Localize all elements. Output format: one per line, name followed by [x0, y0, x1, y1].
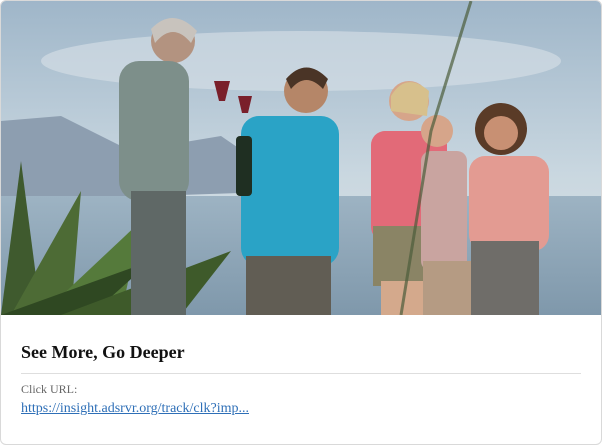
click-url-label: Click URL:: [21, 382, 78, 396]
divider: [21, 373, 581, 374]
friends-toasting-wine-photo: [1, 1, 601, 315]
ad-card: See More, Go Deeper Click URL: https://i…: [0, 0, 602, 445]
ad-title[interactable]: See More, Go Deeper: [21, 315, 581, 363]
click-url-link[interactable]: https://insight.adsrvr.org/track/clk?imp…: [21, 401, 249, 417]
ad-image[interactable]: [1, 1, 601, 315]
ad-text-body: See More, Go Deeper Click URL: https://i…: [21, 315, 581, 417]
